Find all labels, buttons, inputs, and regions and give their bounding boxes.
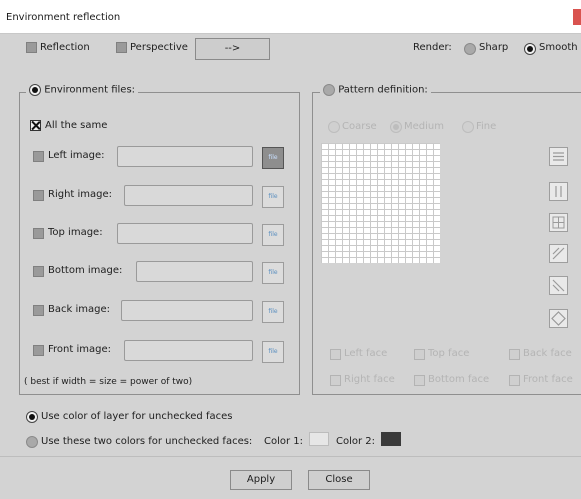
pattern-definition-radio[interactable] — [323, 84, 335, 96]
sharp-radio[interactable] — [464, 43, 476, 55]
top-face-label: Top face — [428, 348, 470, 359]
diagonal-left-button[interactable] — [549, 276, 568, 295]
front-face-label: Front face — [523, 374, 573, 385]
medium-label: Medium — [404, 121, 444, 132]
right-image-label: Right image: — [48, 189, 113, 200]
pattern-definition-label: Pattern definition: — [338, 84, 428, 96]
close-icon[interactable] — [573, 9, 581, 25]
left-image-checkbox[interactable] — [33, 151, 44, 162]
top-face-checkbox[interactable] — [414, 349, 425, 360]
top-image-browse-button[interactable]: file — [262, 224, 284, 246]
folder-icon: file — [268, 348, 278, 355]
use-two-colors-radio[interactable] — [26, 436, 38, 448]
use-layer-color-radio[interactable] — [26, 411, 38, 423]
right-image-browse-button[interactable]: file — [262, 186, 284, 208]
environment-files-radio[interactable] — [29, 84, 41, 96]
front-face-checkbox[interactable] — [509, 375, 520, 386]
environment-files-legend: Environment files: — [26, 84, 139, 96]
bottom-face-label: Bottom face — [428, 374, 490, 385]
apply-button[interactable]: Apply — [230, 470, 292, 490]
bottom-image-field[interactable] — [136, 261, 253, 282]
reflection-label: Reflection — [40, 42, 90, 53]
diagonal-right-button[interactable] — [549, 244, 568, 263]
folder-icon: file — [268, 193, 278, 200]
back-image-field[interactable] — [121, 300, 253, 321]
right-face-label: Right face — [344, 374, 395, 385]
color2-label: Color 2: — [336, 436, 376, 447]
smooth-radio[interactable] — [524, 43, 536, 55]
back-image-label: Back image: — [48, 304, 110, 315]
arrow-button[interactable]: --> — [195, 38, 270, 60]
grid-icon — [552, 216, 565, 229]
right-image-checkbox[interactable] — [33, 190, 44, 201]
perspective-checkbox[interactable] — [116, 42, 127, 53]
pattern-grid[interactable] — [321, 143, 440, 263]
coarse-radio[interactable] — [328, 121, 340, 133]
pattern-definition-legend: Pattern definition: — [320, 84, 431, 96]
perspective-label: Perspective — [130, 42, 188, 53]
left-face-checkbox[interactable] — [330, 349, 341, 360]
horizontal-lines-icon — [553, 152, 564, 161]
horizontal-lines-button[interactable] — [549, 147, 568, 166]
front-image-field[interactable] — [124, 340, 253, 361]
color1-swatch[interactable] — [309, 432, 329, 446]
diagonal-left-icon — [552, 279, 565, 292]
left-image-field[interactable] — [117, 146, 253, 167]
left-image-browse-button[interactable]: file — [262, 147, 284, 169]
fine-label: Fine — [476, 121, 497, 132]
top-image-checkbox[interactable] — [33, 228, 44, 239]
back-face-checkbox[interactable] — [509, 349, 520, 360]
smooth-label: Smooth — [539, 42, 578, 53]
bottom-image-checkbox[interactable] — [33, 266, 44, 277]
grid-button[interactable] — [549, 213, 568, 232]
vertical-lines-button[interactable] — [549, 182, 568, 201]
all-same-checkbox[interactable] — [30, 120, 41, 131]
title-bar: Environment reflection — [0, 0, 581, 34]
sharp-label: Sharp — [479, 42, 509, 53]
diamond-button[interactable] — [549, 309, 568, 328]
top-image-label: Top image: — [48, 227, 103, 238]
all-same-label: All the same — [45, 120, 108, 131]
folder-icon: file — [268, 308, 278, 315]
vertical-lines-icon — [555, 186, 562, 197]
folder-icon: file — [268, 269, 278, 276]
close-button[interactable]: Close — [308, 470, 370, 490]
front-image-label: Front image: — [48, 344, 111, 355]
fine-radio[interactable] — [462, 121, 474, 133]
diamond-icon — [551, 311, 566, 326]
back-image-browse-button[interactable]: file — [262, 301, 284, 323]
right-face-checkbox[interactable] — [330, 375, 341, 386]
right-image-field[interactable] — [124, 185, 253, 206]
footer-divider — [0, 456, 581, 457]
bottom-image-label: Bottom image: — [48, 265, 123, 276]
reflection-checkbox[interactable] — [26, 42, 37, 53]
back-face-label: Back face — [523, 348, 572, 359]
color2-swatch[interactable] — [381, 432, 401, 446]
use-two-colors-label: Use these two colors for unchecked faces… — [41, 436, 253, 447]
bottom-image-browse-button[interactable]: file — [262, 262, 284, 284]
diagonal-right-icon — [552, 247, 565, 260]
color1-label: Color 1: — [264, 436, 304, 447]
bottom-face-checkbox[interactable] — [414, 375, 425, 386]
top-image-field[interactable] — [117, 223, 253, 244]
window-title: Environment reflection — [6, 12, 121, 23]
back-image-checkbox[interactable] — [33, 305, 44, 316]
folder-icon: file — [268, 154, 278, 161]
medium-radio[interactable] — [390, 121, 402, 133]
front-image-browse-button[interactable]: file — [262, 341, 284, 363]
size-hint: ( best if width = size = power of two) — [24, 377, 193, 387]
use-layer-color-label: Use color of layer for unchecked faces — [41, 411, 233, 422]
folder-icon: file — [268, 231, 278, 238]
front-image-checkbox[interactable] — [33, 345, 44, 356]
left-face-label: Left face — [344, 348, 388, 359]
left-image-label: Left image: — [48, 150, 105, 161]
environment-files-label: Environment files: — [44, 84, 136, 96]
coarse-label: Coarse — [342, 121, 377, 132]
render-label: Render: — [413, 42, 452, 53]
